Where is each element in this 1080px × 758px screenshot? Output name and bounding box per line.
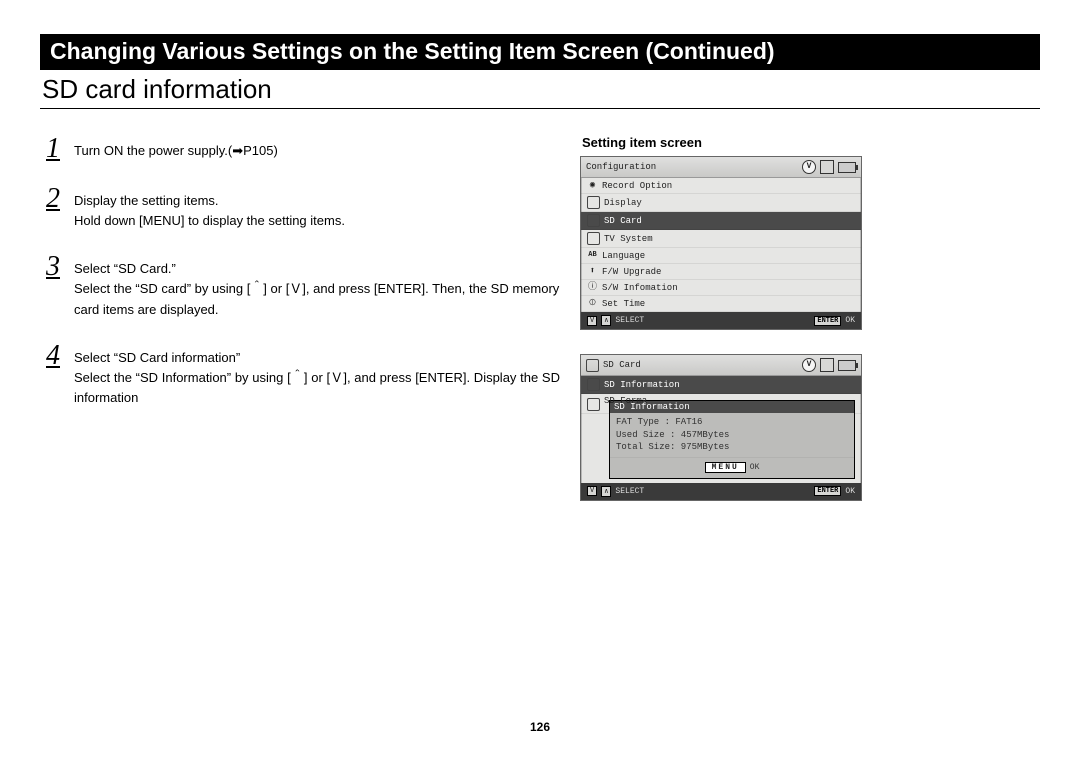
steps-column: 1 Turn ON the power supply.(➡P105) 2 Dis… (40, 135, 560, 525)
menu-button: MENU (705, 462, 746, 473)
screenshots-column: Setting item screen Configuration V ◉ Rec… (580, 135, 1040, 525)
step-lead: Select “SD Card.” (74, 259, 560, 279)
menu-label: Record Option (602, 181, 672, 191)
menu-label: Set Time (602, 299, 645, 309)
menu-item: ⦶ Set Time (581, 296, 861, 312)
sd-icon (587, 214, 600, 227)
popup-line: Total Size: 975MBytes (616, 441, 848, 454)
popup-line: Used Size : 457MBytes (616, 429, 848, 442)
display-icon (587, 196, 600, 209)
menu-item-selected: SD Card (581, 212, 861, 230)
menu-label: TV System (604, 234, 653, 244)
device-screen-configuration: Configuration V ◉ Record Option Display S… (580, 156, 862, 330)
footer-ok: OK (845, 487, 855, 496)
menu-label: SD Card (604, 216, 642, 226)
screen-title: Configuration (586, 162, 656, 172)
step-lead: Turn ON the power supply.(➡P105) (74, 141, 278, 161)
screenshots-heading: Setting item screen (582, 135, 1040, 150)
menu-item: Display (581, 194, 861, 212)
screen-title: SD Card (603, 360, 641, 370)
step-number: 3 (40, 253, 66, 281)
popup-ok: OK (750, 463, 760, 472)
battery-icon (838, 162, 856, 173)
square-icon (820, 160, 834, 174)
enter-key-icon: ENTER (814, 486, 841, 496)
down-key-icon: V (587, 486, 597, 496)
step-number: 2 (40, 185, 66, 213)
v-icon: V (802, 358, 816, 372)
step-number: 4 (40, 342, 66, 370)
record-icon: ◉ (587, 180, 598, 191)
popup-line: FAT Type : FAT16 (616, 416, 848, 429)
footer-select: SELECT (615, 487, 644, 496)
page-title-bar: Changing Various Settings on the Setting… (40, 34, 1040, 70)
up-key-icon: ∧ (601, 315, 611, 326)
info-icon: ⓘ (587, 282, 598, 293)
device-screen-sdcard: SD Card V SD Information SD Forma (580, 354, 862, 501)
sd-info-icon (587, 378, 600, 391)
menu-item: ⓘ S/W Infomation (581, 280, 861, 296)
page-number: 126 (0, 720, 1080, 734)
menu-label: Display (604, 198, 642, 208)
language-icon: AB (587, 250, 598, 261)
footer-select: SELECT (615, 316, 644, 325)
menu-label: Language (602, 251, 645, 261)
upgrade-icon: ⬆ (587, 266, 598, 277)
menu-label: SD Information (604, 380, 680, 390)
step-detail: Hold down [MENU] to display the setting … (74, 213, 345, 228)
battery-icon (838, 360, 856, 371)
sd-icon (586, 359, 599, 372)
menu-item: TV System (581, 230, 861, 248)
clock-icon: ⦶ (587, 298, 598, 309)
square-icon (820, 358, 834, 372)
step-detail: Select the “SD Information” by using [＾]… (74, 368, 560, 408)
footer-ok: OK (845, 316, 855, 325)
step-detail: Select the “SD card” by using [＾] or [Ｖ]… (74, 281, 559, 316)
enter-key-icon: ENTER (814, 316, 841, 326)
popup-title: SD Information (610, 401, 854, 413)
up-key-icon: ∧ (601, 486, 611, 497)
section-subtitle: SD card information (40, 70, 1040, 109)
step-lead: Select “SD Card information” (74, 348, 560, 368)
sd-info-popup: SD Information FAT Type : FAT16 Used Siz… (609, 400, 855, 479)
menu-item: AB Language (581, 248, 861, 264)
sd-format-icon (587, 398, 600, 411)
step-number: 1 (40, 135, 66, 163)
menu-label: F/W Upgrade (602, 267, 661, 277)
menu-item: ◉ Record Option (581, 178, 861, 194)
menu-label: S/W Infomation (602, 283, 678, 293)
menu-item: ⬆ F/W Upgrade (581, 264, 861, 280)
tv-icon (587, 232, 600, 245)
v-icon: V (802, 160, 816, 174)
menu-item-selected: SD Information (581, 376, 861, 394)
down-key-icon: V (587, 316, 597, 326)
step-lead: Display the setting items. (74, 191, 345, 211)
